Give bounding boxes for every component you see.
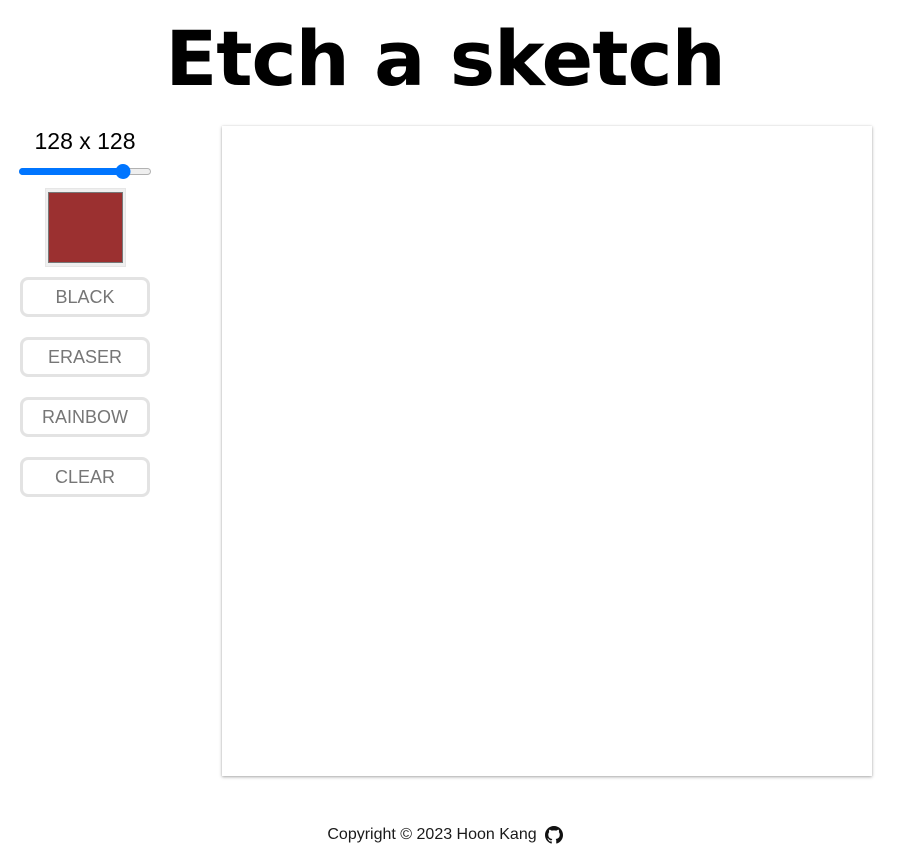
slider-fill (19, 168, 123, 175)
sketch-grid[interactable] (222, 126, 872, 776)
grid-size-slider[interactable] (19, 164, 151, 179)
footer: Copyright © 2023 Hoon Kang (0, 825, 890, 845)
grid-size-label: 128 x 128 (34, 128, 136, 154)
page: Etch a sketch 128 x 128 BLACK ERASER RAI… (0, 0, 916, 865)
clear-button[interactable]: CLEAR (20, 457, 150, 497)
color-picker[interactable] (44, 188, 126, 267)
eraser-button[interactable]: ERASER (20, 337, 150, 377)
copyright-text: Copyright © 2023 Hoon Kang (327, 826, 537, 843)
rainbow-button[interactable]: RAINBOW (20, 397, 150, 437)
controls-sidebar: 128 x 128 BLACK ERASER RAINBOW CLEAR (19, 126, 151, 497)
github-icon[interactable] (544, 826, 563, 844)
color-swatch (47, 192, 123, 263)
page-title: Etch a sketch (165, 14, 725, 103)
black-button[interactable]: BLACK (20, 277, 150, 317)
slider-thumb[interactable] (115, 164, 131, 179)
